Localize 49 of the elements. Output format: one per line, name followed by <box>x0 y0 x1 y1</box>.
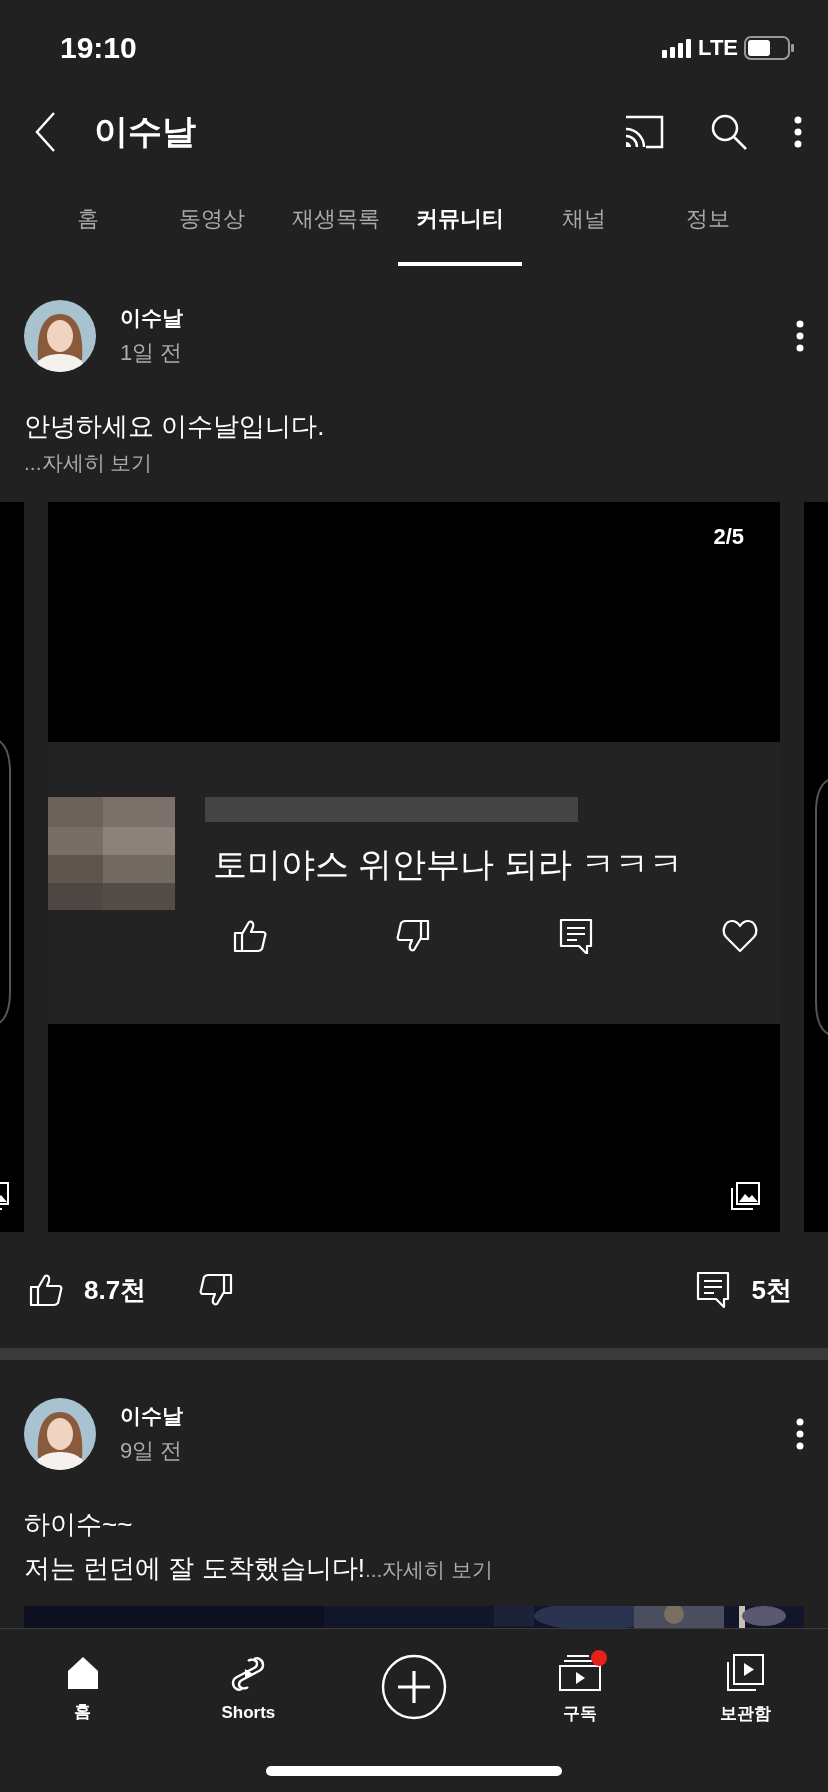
nav-tab[interactable]: Shorts <box>165 1629 332 1749</box>
post-time: 1일 전 <box>120 339 184 367</box>
read-more-link[interactable]: ...자세히 보기 <box>24 448 804 478</box>
thumbs-down-icon[interactable] <box>198 1272 235 1308</box>
channel-tab[interactable]: 홈 <box>26 176 150 266</box>
gallery-icon <box>731 1182 760 1210</box>
post-time: 9일 전 <box>120 1437 184 1465</box>
author-name[interactable]: 이수날 <box>120 304 796 332</box>
comment-count: 5천 <box>751 1273 792 1307</box>
channel-tab[interactable]: 채널 <box>522 176 646 266</box>
thumbs-up-icon[interactable] <box>232 918 268 954</box>
shorts-icon <box>230 1655 267 1692</box>
more-icon[interactable] <box>794 116 802 148</box>
comment-icon[interactable] <box>695 1271 732 1309</box>
adjacent-slide[interactable] <box>0 502 24 1232</box>
search-icon[interactable] <box>710 113 748 151</box>
cast-icon[interactable] <box>624 115 664 149</box>
thumbs-up-icon[interactable] <box>28 1272 64 1308</box>
status-time: 19:10 <box>60 30 137 65</box>
author-name[interactable]: 이수날 <box>120 1402 796 1430</box>
post-text: 저는 런던에 잘 도착했습니다! <box>24 1553 365 1583</box>
subscriptions-icon <box>558 1653 601 1691</box>
nav-tab[interactable]: 보관함 <box>662 1629 828 1749</box>
create-icon <box>381 1653 447 1720</box>
library-icon <box>726 1653 765 1691</box>
read-more-link[interactable]: ...자세히 보기 <box>364 1558 494 1581</box>
channel-tab[interactable]: 정보 <box>646 176 770 266</box>
more-icon[interactable] <box>796 1418 804 1450</box>
comment-text: 토미야스 위안부나 되라 ㅋㅋㅋ <box>213 844 685 885</box>
slide-counter: 2/5 <box>713 524 744 550</box>
channel-tab[interactable]: 커뮤니티 <box>398 176 522 266</box>
post-text: 하이수~~ <box>24 1509 133 1539</box>
heart-icon[interactable] <box>722 918 758 954</box>
like-count: 8.7천 <box>84 1273 147 1307</box>
adjacent-slide[interactable] <box>804 502 828 1232</box>
comment-icon[interactable] <box>558 918 595 954</box>
home-icon <box>65 1655 100 1689</box>
nav-tab[interactable]: 구독 <box>496 1629 663 1749</box>
thumbs-down-icon[interactable] <box>395 918 432 954</box>
channel-title: 이수날 <box>94 111 197 152</box>
battery-icon <box>744 36 794 60</box>
channel-tab[interactable]: 재생목록 <box>274 176 398 266</box>
back-icon[interactable] <box>34 111 56 153</box>
signal-icon <box>662 37 693 59</box>
channel-tab[interactable]: 동영상 <box>150 176 274 266</box>
more-icon[interactable] <box>796 320 804 352</box>
network-type: LTE <box>698 35 738 61</box>
nav-tab[interactable]: 홈 <box>0 1629 166 1749</box>
post-text: 안녕하세요 이수날입니다. <box>24 411 325 441</box>
